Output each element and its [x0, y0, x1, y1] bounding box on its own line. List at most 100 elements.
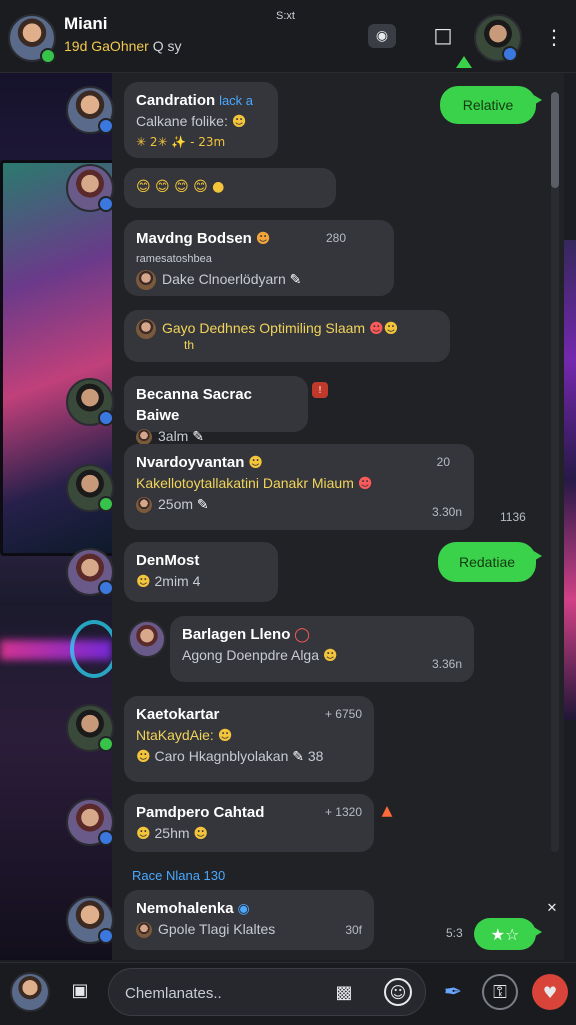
sender-name: Pamdpero Cahtad — [136, 804, 265, 821]
online-status-icon — [40, 48, 56, 64]
sender-name: DenMost — [136, 552, 200, 569]
status-text: S:xt — [276, 10, 295, 22]
outgoing-message[interactable]: Relative — [440, 86, 542, 124]
message-time: 3.30n — [431, 505, 462, 519]
sender-name: Becanna Sacrac Baiwe — [136, 386, 252, 424]
outgoing-text: Relative — [462, 97, 514, 113]
message-text-extra: Miaum — [311, 475, 354, 491]
more-options-icon[interactable]: ⋮ — [544, 24, 564, 50]
star-icon: ★☆ — [490, 924, 520, 944]
smile-emoji-icon: ☻ — [231, 114, 247, 130]
phone-icon[interactable]: □ — [430, 22, 456, 48]
message-text: Gayo Dedhnes Optimiling Slaam — [162, 320, 366, 336]
chat-subtitle: 19d GaOhner Q sy — [64, 38, 182, 54]
sender-name: Nemohalenka — [136, 900, 234, 917]
chat-title: Miani — [64, 14, 108, 33]
emoji-icon: ☻ — [255, 231, 271, 247]
profile-avatar[interactable] — [10, 972, 50, 1012]
emoji-icon: ☻ — [357, 476, 373, 492]
message-time: 280 — [325, 231, 346, 245]
mini-avatar — [136, 270, 156, 291]
flame-icon: ▲ — [381, 803, 393, 819]
emoji-icon: ☻ — [136, 574, 151, 590]
sender-tag: lack a — [219, 93, 254, 108]
sender-avatar[interactable] — [128, 620, 166, 658]
attach-icon[interactable]: ▩ — [330, 980, 358, 1004]
message-subtext: ramesatoshbea — [136, 253, 212, 265]
video-call-icon[interactable]: ◉ — [368, 24, 396, 48]
emoji-icon: ☻ — [322, 648, 338, 664]
emoji-icon: ☻ — [136, 749, 151, 765]
emoji-icon: ☻ — [383, 321, 399, 337]
emoji-icon: ☻ — [248, 455, 263, 471]
mini-avatar — [136, 429, 152, 446]
message-bubble[interactable]: Mavdng Bodsen ☻ 280 ramesatoshbea Dake Cl… — [124, 220, 394, 296]
verified-badge-icon — [98, 410, 114, 426]
online-status-icon — [98, 496, 114, 512]
pencil-icon: ✎ — [196, 497, 209, 513]
message-bubble[interactable]: DenMost ☻ 2mim 4 — [124, 542, 278, 602]
pencil-icon: ✎ — [292, 749, 304, 765]
message-text: Gpole Tlagi Klaltes — [158, 921, 276, 937]
verified-badge-icon — [98, 830, 114, 846]
verified-badge-icon — [98, 196, 114, 212]
subtitle-rest: Q sy — [152, 38, 182, 54]
message-time: 30f — [345, 923, 362, 937]
message-text: Agong Doenpdre Alga — [182, 647, 319, 663]
pencil-icon: ✎ — [289, 272, 302, 288]
emoji-icon: ☻ — [193, 826, 209, 842]
message-bubble[interactable]: Nemohalenka ◉ Gpole Tlagi Klaltes 30f — [124, 890, 374, 950]
message-input-container — [108, 968, 426, 1016]
mini-avatar — [136, 319, 156, 340]
message-text: Calkane folike: — [136, 113, 228, 129]
message-time: 20 — [436, 455, 450, 469]
message-bubble[interactable]: Nvardoyvantan ☻ 20 Kakellotoytallakatini … — [124, 444, 474, 530]
close-icon[interactable]: ✕ — [544, 900, 560, 916]
sender-name: Barlagen Lleno — [182, 626, 291, 643]
message-bubble[interactable]: Barlagen Lleno ◯ Agong Doenpdre Alga ☻ 3… — [170, 616, 474, 682]
message-bubble[interactable]: Gayo Dedhnes Optimiling Slaam ☻☻ th — [124, 310, 450, 362]
emoji-icon: ☻ — [369, 321, 384, 337]
sender-name: Kaetokartar — [136, 706, 220, 723]
message-meta: ✳ 2✳ ✨ - 23m — [136, 135, 226, 149]
side-timestamp: 1136 — [500, 510, 526, 524]
message-bubble[interactable]: Pamdpero Cahtad + 1320 ☻ 25hm ☻ — [124, 794, 374, 852]
message-time: + 6750 — [324, 707, 362, 721]
notification-icon: ! — [312, 382, 328, 398]
emoji-picker-icon[interactable]: ☺ — [384, 978, 412, 1006]
emoji-icon: ◉ — [237, 901, 250, 917]
message-time: + 1320 — [324, 805, 362, 819]
message-subtext: Caro Hkagnblyolakan — [154, 748, 289, 764]
pencil-icon: ✎ — [192, 429, 204, 445]
message-text: Dake Clnoerlödyarn — [162, 271, 286, 287]
scrollbar[interactable] — [551, 92, 559, 852]
outgoing-message[interactable]: ★☆ — [474, 918, 542, 950]
message-text: 2mim 4 — [154, 573, 201, 589]
sender-name: Mavdng Bodsen — [136, 230, 252, 247]
message-bubble[interactable]: Candration lack a Calkane folike: ☻ ✳ 2✳… — [124, 82, 278, 158]
gif-icon[interactable]: ⚿ — [482, 974, 518, 1010]
top-bar: Miani 19d GaOhner Q sy S:xt ◉ □ ⋮ — [0, 0, 576, 73]
subtitle-highlight: 19d GaOhner — [64, 38, 149, 54]
outgoing-message[interactable]: Redatiae — [438, 542, 542, 582]
sender-name: Nvardoyvantan — [136, 454, 245, 471]
message-input[interactable] — [123, 981, 327, 1005]
emoji-icon: ☻ — [136, 826, 151, 842]
message-duration: 25om — [158, 496, 194, 512]
background-ring-light — [70, 620, 118, 678]
heart-icon[interactable]: ♥ — [532, 974, 568, 1010]
message-bubble[interactable]: 😊 😊 😊 😊 ● — [124, 168, 336, 208]
pen-icon[interactable]: ✒ — [438, 976, 468, 1008]
message-bubble[interactable]: Becanna Sacrac Baiwe 3alm ✎ — [124, 376, 308, 446]
scrollbar-thumb[interactable] — [551, 92, 559, 188]
message-time: 3.36n — [431, 657, 462, 671]
message-text: Kakellotoytallakatini Danakr — [136, 475, 308, 491]
emoji-reactions: 😊 😊 😊 😊 ● — [136, 179, 225, 195]
bubble-pointer-icon — [456, 56, 472, 68]
mini-avatar — [136, 922, 152, 939]
mini-avatar — [136, 497, 152, 514]
emoji-icon: ◯ — [294, 627, 310, 643]
message-text: NtaKaydAie: — [136, 727, 214, 743]
camera-icon[interactable]: ▣ — [64, 974, 96, 1006]
message-bubble[interactable]: Kaetokartar + 6750 NtaKaydAie: ☻ ☻ Caro H… — [124, 696, 374, 782]
